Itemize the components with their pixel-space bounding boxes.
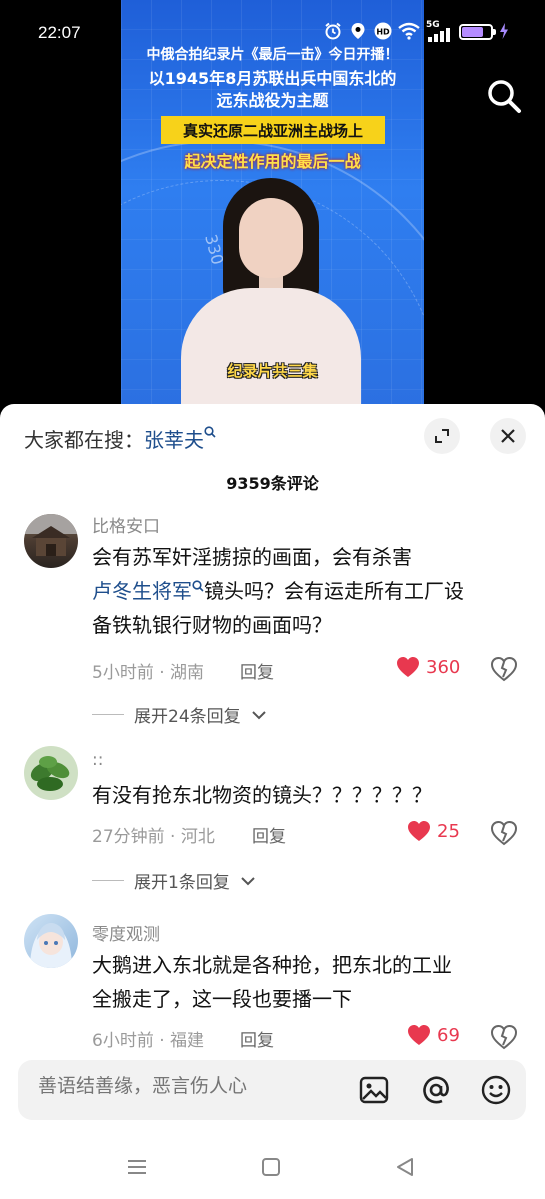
reply-button[interactable]: 回复 (252, 822, 286, 847)
system-nav-bar (0, 1136, 545, 1199)
battery-icon (459, 24, 493, 40)
expand-icon (435, 429, 449, 443)
image-icon[interactable] (358, 1074, 390, 1106)
like-count: 69 (437, 1024, 460, 1046)
comment-text: 有没有抢东北物资的镜头？？？？？？ (92, 783, 432, 807)
video-caption-highlight: 真实还原二战亚洲主战场上 (182, 121, 363, 140)
emoji-icon[interactable] (480, 1074, 512, 1106)
presenter-face (239, 198, 303, 278)
back-icon[interactable] (392, 1154, 418, 1180)
reply-button[interactable]: 回复 (240, 658, 274, 683)
avatar-image (30, 756, 70, 791)
expand-button[interactable] (424, 418, 460, 454)
charging-icon (500, 23, 508, 39)
comment-meta: 6小时前 · 福建 (92, 1031, 205, 1051)
like-button[interactable]: 360 (396, 656, 460, 678)
comments-panel: 大家都在搜：张莘夫 9359条评论 比格安口 会有苏军奸淫掳掠的画面，会有杀害 (0, 404, 545, 1199)
video-caption-highlight-box: 真实还原二战亚洲主战场上 (161, 116, 385, 144)
avatar[interactable] (24, 914, 78, 968)
avatar-image (30, 923, 72, 968)
comment-count: 9359条评论 (226, 474, 319, 493)
expand-replies-label: 展开1条回复 (134, 873, 230, 893)
comment-username[interactable]: 比格安口 (92, 512, 160, 537)
svg-text:HD: HD (376, 28, 390, 37)
comment-text-fragment: 镜头吗？会有运走所有工厂设 (204, 579, 464, 603)
close-button[interactable] (490, 418, 526, 454)
battery-level (462, 27, 483, 37)
mention-icon[interactable] (420, 1074, 452, 1106)
avatar[interactable] (24, 746, 78, 800)
like-count: 360 (426, 656, 461, 678)
comment-username[interactable]: 零度观测 (92, 920, 160, 945)
status-bar: 22:07 HD 5G (0, 0, 545, 64)
menu-icon[interactable] (124, 1154, 150, 1180)
comment-username[interactable]: :: (92, 750, 103, 770)
signal-icon (428, 28, 450, 42)
expand-replies-button[interactable]: 展开1条回复 (92, 868, 256, 893)
search-icon[interactable] (484, 76, 524, 116)
like-button[interactable]: 25 (407, 820, 460, 842)
home-icon[interactable] (258, 1154, 284, 1180)
comment-text-line: 会有苏军奸淫掳掠的画面，会有杀害 (92, 545, 412, 569)
heart-icon (408, 1025, 430, 1045)
search-icon (204, 426, 216, 438)
trending-search[interactable]: 大家都在搜：张莘夫 (24, 424, 216, 453)
expand-replies-label: 展开24条回复 (134, 707, 241, 727)
video-caption-theme: 以1945年8月苏联出兵中国东北的 远东战役为主题 (121, 68, 424, 112)
comment-text-line: 备铁轨银行财物的画面吗？ (92, 613, 332, 637)
expand-divider (92, 880, 124, 881)
presenter-body (181, 288, 361, 420)
video-caption-theme-line1: 以1945年8月苏联出兵中国东北的 (148, 69, 397, 88)
wifi-icon (398, 22, 420, 40)
comment-text-line: 大鹅进入东北就是各种抢，把东北的工业 (92, 953, 452, 977)
heart-icon (397, 657, 419, 677)
comment-text-line: 全搬走了，这一段也要播一下 (92, 987, 352, 1011)
status-time: 22:07 (38, 23, 81, 42)
alarm-icon (325, 22, 341, 40)
comment-link[interactable]: 卢冬生将军 (92, 579, 192, 603)
avatar-image (24, 514, 78, 556)
video-subtitle: 纪录片共三集 (227, 362, 318, 380)
chevron-down-icon (251, 710, 266, 719)
comment-text: 大鹅进入东北就是各种抢，把东北的工业 全搬走了，这一段也要播一下 (92, 948, 522, 1016)
expand-replies-button[interactable]: 展开24条回复 (92, 702, 267, 727)
avatar[interactable] (24, 514, 78, 568)
comment-input[interactable] (38, 1076, 338, 1098)
trending-search-keyword[interactable]: 张莘夫 (144, 428, 204, 452)
comment-text: 会有苏军奸淫掳掠的画面，会有杀害 卢冬生将军 镜头吗？会有运走所有工厂设 备铁轨… (92, 540, 522, 642)
hd-icon: HD (374, 22, 392, 40)
comment-meta: 27分钟前 · 河北 (92, 827, 215, 847)
battery-cap (493, 29, 496, 35)
close-icon (501, 429, 515, 443)
chevron-down-icon (241, 876, 255, 885)
video-caption-decisive: 起决定性作用的最后一战 (184, 152, 361, 171)
dislike-icon[interactable] (490, 1024, 518, 1050)
like-count: 25 (437, 820, 460, 842)
dislike-icon[interactable] (490, 656, 518, 682)
search-icon (192, 580, 204, 592)
dislike-icon[interactable] (490, 820, 518, 846)
trending-search-label: 大家都在搜： (24, 428, 144, 452)
comment-meta: 5小时前 · 湖南 (92, 663, 205, 683)
expand-divider (92, 714, 124, 715)
location-icon (351, 23, 365, 39)
video-caption-theme-line2: 远东战役为主题 (216, 91, 329, 110)
comment-input-bar[interactable] (18, 1060, 526, 1120)
comment-text-line: 卢冬生将军 镜头吗？会有运走所有工厂设 (92, 574, 522, 608)
news-presenter (171, 170, 371, 420)
heart-icon (408, 821, 430, 841)
like-button[interactable]: 69 (407, 1024, 460, 1046)
reply-button[interactable]: 回复 (240, 1026, 274, 1051)
